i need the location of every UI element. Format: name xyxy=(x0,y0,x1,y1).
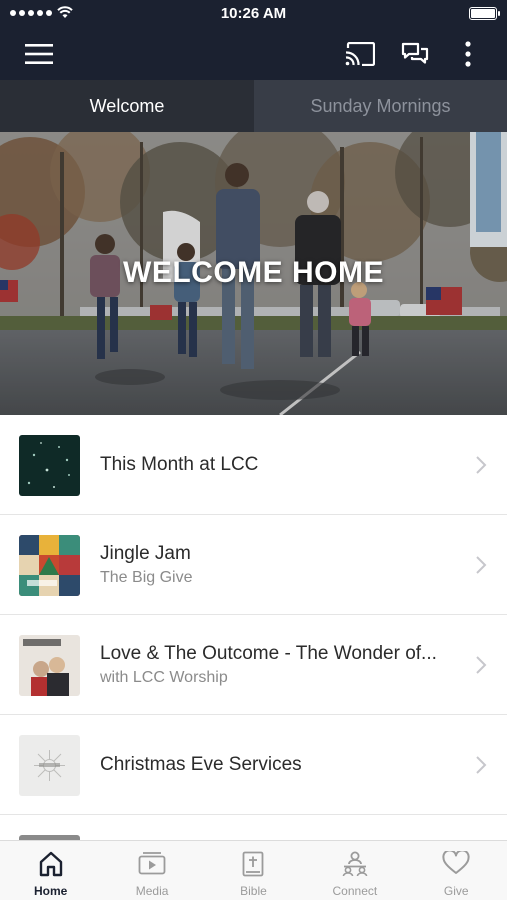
item-title: This Month at LCC xyxy=(100,454,259,475)
tab-bar-give[interactable]: Give xyxy=(406,841,507,900)
chat-icon xyxy=(401,42,429,64)
connect-icon xyxy=(342,851,368,877)
tab-bar-label: Connect xyxy=(332,884,378,898)
tab-bar-connect[interactable]: Connect xyxy=(304,841,405,900)
tab-bar-label: Give xyxy=(443,884,469,898)
item-subtitle: The Big Give xyxy=(100,569,193,586)
hero-title: WELCOME HOME xyxy=(123,256,384,289)
nav-bar xyxy=(0,28,507,80)
home-icon xyxy=(39,851,62,877)
tab-bar-home[interactable]: Home xyxy=(0,841,101,900)
chat-button[interactable] xyxy=(397,36,433,72)
bible-icon xyxy=(243,851,264,877)
item-title: Christmas Eve Services xyxy=(100,754,302,775)
cast-button[interactable] xyxy=(342,36,378,72)
tab-bar-label: Bible xyxy=(240,884,267,898)
status-time: 10:26 AM xyxy=(220,5,287,22)
chevron-right-icon xyxy=(476,456,487,474)
battery-icon xyxy=(469,7,500,20)
thumbnail-love-outcome xyxy=(19,635,80,696)
thumbnail-this-month xyxy=(19,435,80,496)
tab-bar-bible[interactable]: Bible xyxy=(203,841,304,900)
chevron-right-icon xyxy=(476,756,487,774)
content-list: This Month at LCC Jingle Jam The Big Giv… xyxy=(0,415,507,815)
chevron-right-icon xyxy=(476,556,487,574)
chevron-right-icon xyxy=(476,656,487,674)
menu-button[interactable] xyxy=(21,36,57,72)
thumbnail-christmas-eve xyxy=(19,735,80,796)
item-title: Jingle Jam xyxy=(100,543,191,564)
item-title: Love & The Outcome - The Wonder of... xyxy=(100,643,437,664)
segment-tabs: Welcome Sunday Mornings xyxy=(0,80,507,132)
bottom-tab-bar: Home Media Bible Connect Give xyxy=(0,840,507,900)
tab-bar-media[interactable]: Media xyxy=(101,841,202,900)
tab-welcome[interactable]: Welcome xyxy=(0,80,254,132)
list-item-jingle-jam[interactable]: Jingle Jam The Big Give xyxy=(0,515,507,615)
more-options-button[interactable] xyxy=(450,36,486,72)
menu-icon xyxy=(25,44,53,64)
tab-sunday-mornings[interactable]: Sunday Mornings xyxy=(254,80,507,132)
list-item-this-month[interactable]: This Month at LCC xyxy=(0,415,507,515)
tab-bar-label: Media xyxy=(135,884,169,898)
heart-icon xyxy=(442,851,470,874)
more-icon xyxy=(465,41,471,67)
list-item-christmas-eve[interactable]: Christmas Eve Services xyxy=(0,715,507,815)
status-bar: 10:26 AM xyxy=(0,0,507,28)
thumbnail-jingle-jam xyxy=(19,535,80,596)
cast-icon xyxy=(345,42,375,66)
media-icon xyxy=(138,852,166,875)
tab-bar-label: Home xyxy=(34,884,68,898)
hero-banner[interactable]: WELCOME HOME xyxy=(0,132,507,415)
list-item-love-outcome[interactable]: Love & The Outcome - The Wonder of... wi… xyxy=(0,615,507,715)
item-subtitle: with LCC Worship xyxy=(100,669,228,686)
